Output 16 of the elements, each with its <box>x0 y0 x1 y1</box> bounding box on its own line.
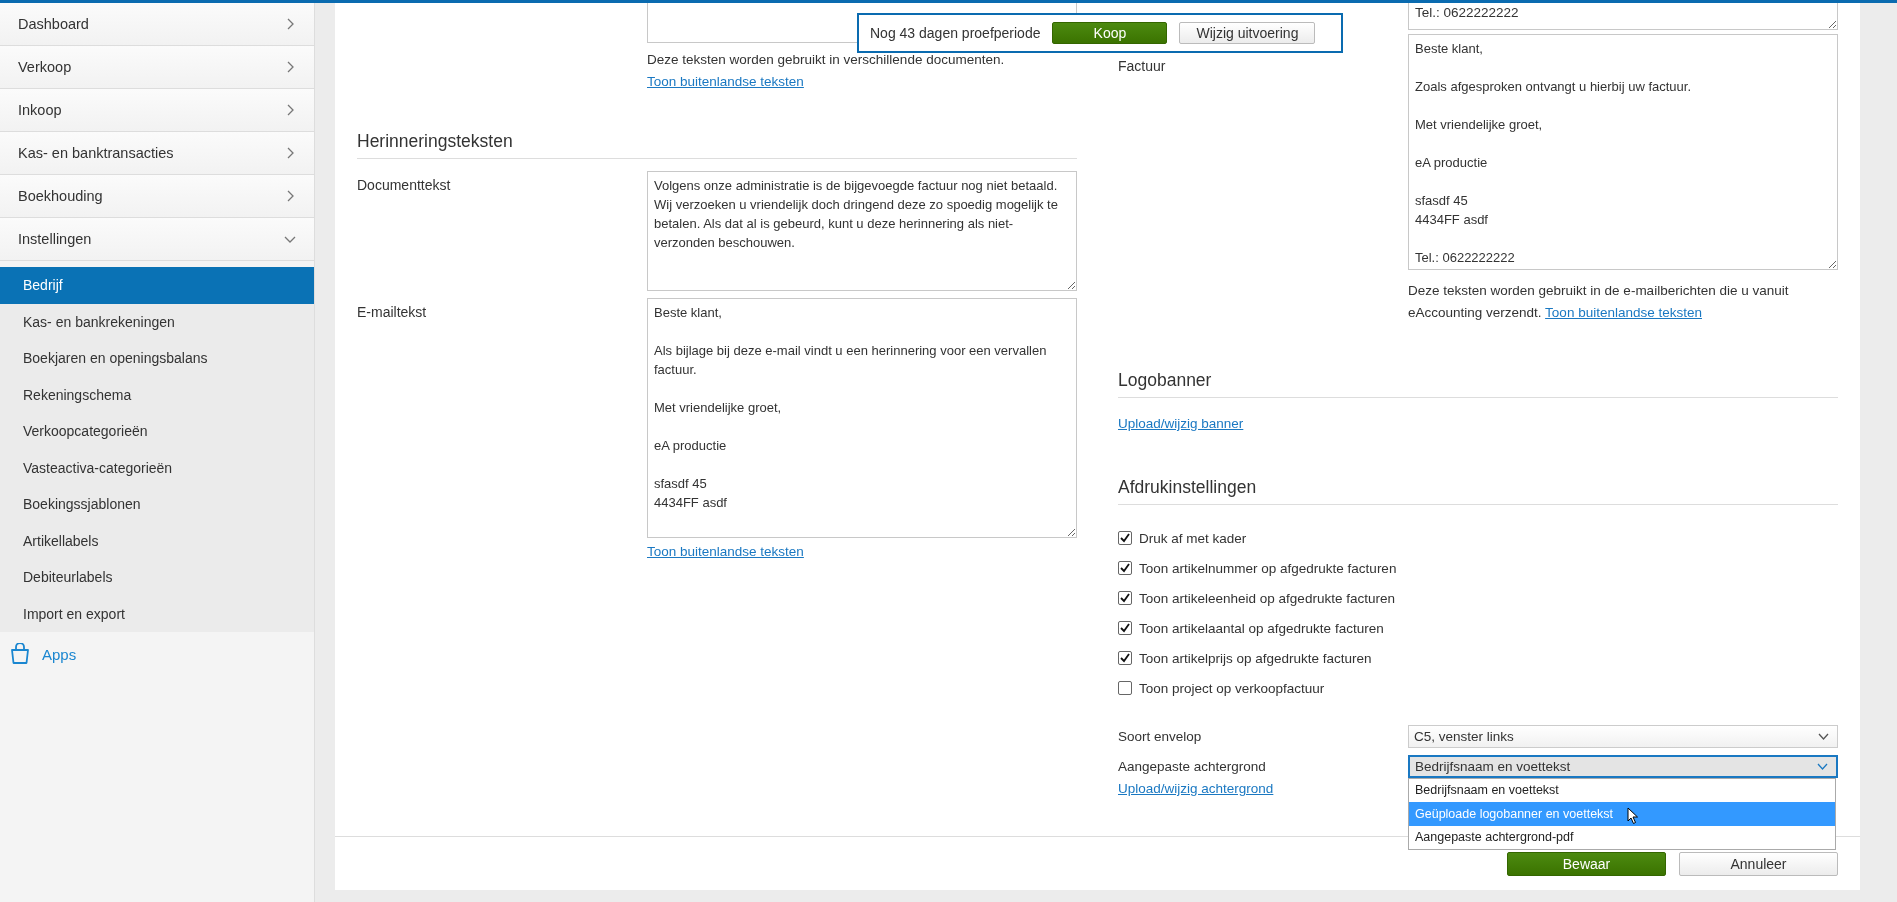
description-text: Deze teksten worden gebruikt in verschillende documenten. Toon buitenlandse teksten <box>647 51 1006 91</box>
field-label: Aangepaste achtergrond <box>1118 758 1267 774</box>
checkbox-label: Druk af met kader <box>1139 530 1247 546</box>
checkbox-label: Toon artikeleenheid op afgedrukte facturen <box>1139 590 1395 606</box>
checkbox-label: Toon artikelnummer op afgedrukte facturen <box>1139 560 1397 576</box>
section-heading: Logobanner <box>1118 370 1838 398</box>
checkbox-label: Toon project op verkoopfactuur <box>1139 680 1325 696</box>
trial-text: Nog 43 dagen proefperiode <box>870 25 1041 41</box>
field-label: E-mailtekst <box>357 303 428 322</box>
field-label: Soort envelop <box>1118 728 1203 744</box>
checkbox-label: Toon artikelprijs op afgedrukte facturen <box>1139 650 1372 666</box>
section-heading: Herinneringsteksten <box>357 131 1077 159</box>
section-heading: Afdrukinstellingen <box>1118 477 1838 505</box>
checkbox-label: Toon artikelaantal op afgedrukte facturen <box>1139 620 1384 636</box>
field-label: Documenttekst <box>357 176 452 195</box>
description-text: Deze teksten worden gebruikt in de e-mailberichten die u vanuit eAccounting verzendt. Toon buitenlandse teksten <box>1408 282 1790 322</box>
